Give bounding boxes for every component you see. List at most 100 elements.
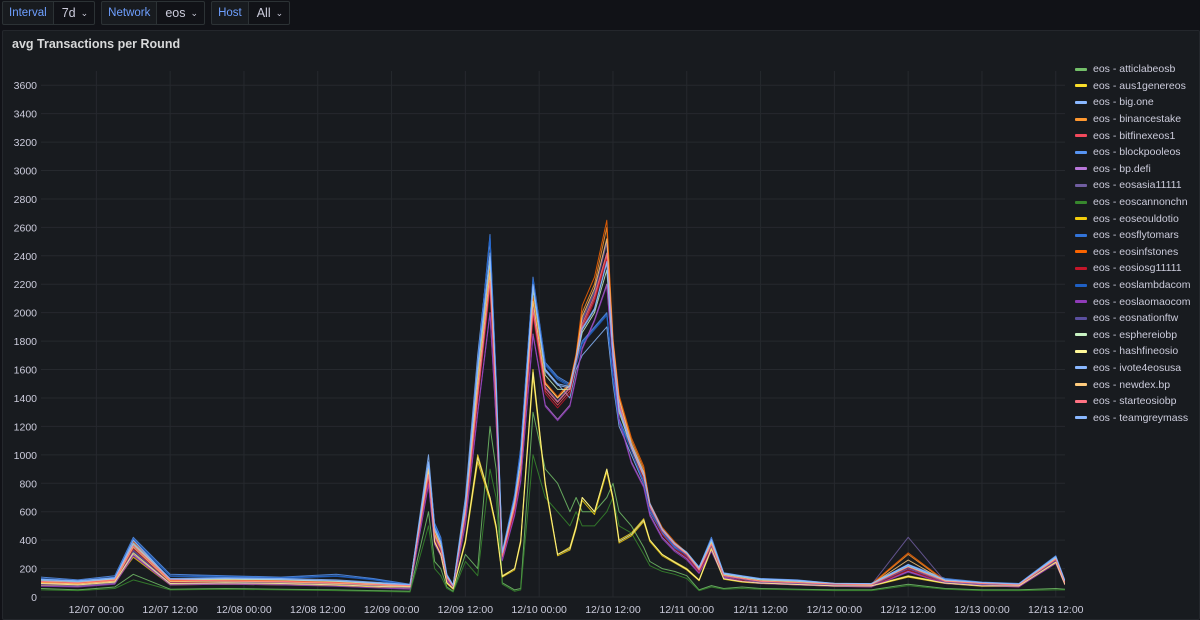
host-variable: Host All ⌄ [211, 1, 291, 25]
legend-item[interactable]: eos - bp.defi [1075, 161, 1190, 178]
legend-label: eos - big.one [1093, 96, 1154, 109]
y-tick-label: 3200 [14, 137, 38, 149]
series-line [41, 255, 1065, 587]
grid-lines [41, 71, 1065, 598]
legend-label: eos - eosinfstones [1093, 245, 1179, 258]
interval-variable: Interval 7d ⌄ [2, 1, 96, 25]
legend-item[interactable]: eos - eoslambdacom [1075, 277, 1190, 294]
legend-item[interactable]: eos - eosflytomars [1075, 227, 1190, 244]
y-tick-label: 0 [31, 592, 37, 604]
legend-swatch [1075, 349, 1087, 353]
legend-label: eos - eosiosg11111 [1093, 262, 1182, 275]
x-tick-label: 12/12 12:00 [880, 604, 936, 616]
legend-item[interactable]: eos - eoscannonchn [1075, 194, 1190, 211]
legend-swatch [1075, 233, 1087, 237]
y-tick-label: 3600 [14, 80, 38, 92]
legend-swatch [1075, 250, 1087, 254]
y-tick-label: 2200 [14, 279, 38, 291]
y-tick-label: 600 [19, 507, 37, 519]
series-line [41, 236, 1065, 587]
chart-legend: eos - atticlabeosb eos - aus1genereos eos … [1075, 61, 1190, 426]
network-value: eos [165, 6, 186, 20]
y-tick-label: 200 [19, 564, 37, 576]
y-tick-label: 1000 [14, 450, 38, 462]
chevron-down-icon: ⌄ [275, 7, 284, 18]
legend-item[interactable]: eos - eoseouldotio [1075, 210, 1190, 227]
legend-item[interactable]: eos - teamgreymass [1075, 409, 1190, 426]
y-tick-label: 1200 [14, 421, 38, 433]
interval-select[interactable]: 7d ⌄ [53, 1, 96, 25]
legend-swatch [1075, 383, 1087, 387]
legend-label: eos - bitfinexeos1 [1093, 129, 1176, 142]
legend-label: eos - aus1genereos [1093, 79, 1186, 92]
y-tick-label: 2800 [14, 194, 38, 206]
legend-swatch [1075, 200, 1087, 204]
legend-item[interactable]: eos - newdex.bp [1075, 376, 1190, 393]
legend-item[interactable]: eos - bitfinexeos1 [1075, 127, 1190, 144]
legend-swatch [1075, 167, 1087, 171]
interval-value: 7d [61, 6, 76, 20]
chevron-down-icon: ⌄ [80, 7, 89, 18]
legend-item[interactable]: eos - eosnationftw [1075, 310, 1190, 327]
time-series-chart[interactable]: 0 200 400 600 800 1000 1200 1400 1600 1800 2000 220… [3, 31, 1199, 619]
x-tick-label: 12/07 12:00 [142, 604, 198, 616]
host-select[interactable]: All ⌄ [248, 1, 291, 25]
legend-item[interactable]: eos - eosiosg11111 [1075, 260, 1190, 277]
x-tick-label: 12/13 12:00 [1028, 604, 1084, 616]
legend-label: eos - binancestake [1093, 113, 1182, 126]
legend-item[interactable]: eos - eosinfstones [1075, 244, 1190, 261]
series-line [41, 411, 1065, 592]
chevron-down-icon: ⌄ [190, 7, 199, 18]
legend-item[interactable]: eos - starteosiobp [1075, 393, 1190, 410]
legend-label: eos - blockpooleos [1093, 146, 1181, 159]
legend-swatch [1075, 416, 1087, 420]
series-line [41, 255, 1065, 587]
y-tick-label: 3400 [14, 109, 38, 121]
legend-item[interactable]: eos - blockpooleos [1075, 144, 1190, 161]
network-select[interactable]: eos ⌄ [157, 1, 206, 25]
x-tick-label: 12/09 12:00 [438, 604, 494, 616]
legend-item[interactable]: eos - atticlabeosb [1075, 61, 1190, 78]
y-tick-label: 1800 [14, 336, 38, 348]
legend-swatch [1075, 84, 1087, 88]
legend-label: eos - newdex.bp [1093, 378, 1171, 391]
legend-item[interactable]: eos - big.one [1075, 94, 1190, 111]
series-line [41, 238, 1065, 587]
legend-item[interactable]: eos - eosasia11111 [1075, 177, 1190, 194]
legend-item[interactable]: eos - eoslaomaocom [1075, 293, 1190, 310]
y-tick-label: 2000 [14, 308, 38, 320]
x-tick-label: 12/10 12:00 [585, 604, 641, 616]
y-tick-label: 2600 [14, 222, 38, 234]
y-tick-label: 800 [19, 478, 37, 490]
series-line [41, 258, 1065, 589]
legend-label: eos - esphereiobp [1093, 328, 1178, 341]
interval-label: Interval [2, 1, 54, 25]
series-line [41, 235, 1065, 587]
series-line [41, 261, 1065, 587]
x-tick-label: 12/08 12:00 [290, 604, 346, 616]
legend-swatch [1075, 134, 1087, 138]
legend-label: eos - eoseouldotio [1093, 212, 1179, 225]
y-tick-label: 2400 [14, 251, 38, 263]
legend-item[interactable]: eos - binancestake [1075, 111, 1190, 128]
legend-label: eos - eosflytomars [1093, 229, 1179, 242]
legend-label: eos - eoslambdacom [1093, 279, 1191, 292]
legend-item[interactable]: eos - aus1genereos [1075, 78, 1190, 95]
legend-swatch [1075, 399, 1087, 403]
legend-label: eos - hashfineosio [1093, 345, 1179, 358]
network-variable: Network eos ⌄ [101, 1, 206, 25]
series-line [41, 285, 1065, 590]
host-value: All [256, 6, 271, 20]
dashboard-variables-bar: Interval 7d ⌄ Network eos ⌄ Host All ⌄ [0, 0, 291, 26]
legend-swatch [1075, 150, 1087, 154]
legend-label: eos - bp.defi [1093, 162, 1151, 175]
legend-item[interactable]: eos - hashfineosio [1075, 343, 1190, 360]
legend-item[interactable]: eos - esphereiobp [1075, 327, 1190, 344]
legend-swatch [1075, 217, 1087, 221]
series-lines [41, 219, 1065, 593]
x-tick-label: 12/09 00:00 [364, 604, 420, 616]
legend-item[interactable]: eos - ivote4eosusa [1075, 360, 1190, 377]
legend-swatch [1075, 283, 1087, 287]
legend-swatch [1075, 100, 1087, 104]
host-label: Host [211, 1, 249, 25]
